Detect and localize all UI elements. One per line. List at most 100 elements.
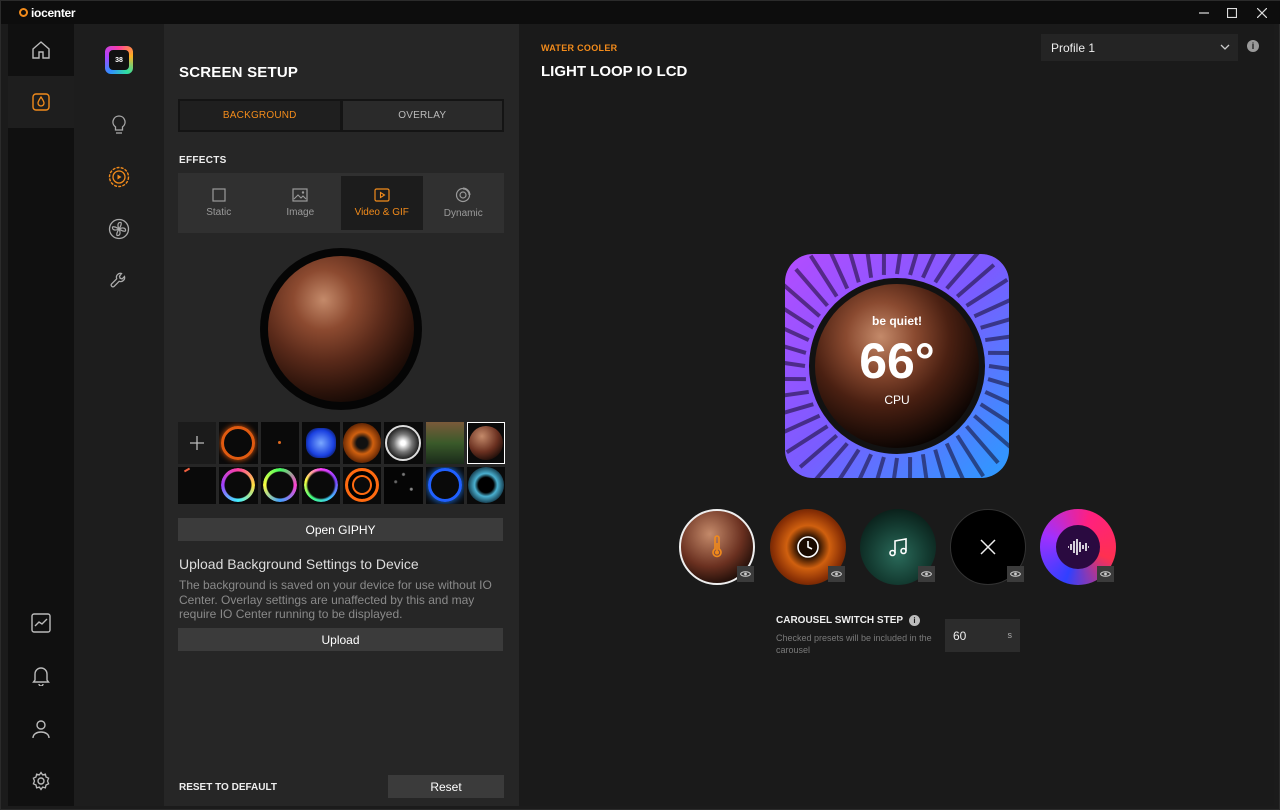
preset-visibility-toggle[interactable] xyxy=(737,566,754,582)
preset-visibility-toggle[interactable] xyxy=(1007,566,1024,582)
background-thumbnail-grid xyxy=(178,422,505,504)
thumbnail[interactable] xyxy=(343,466,382,504)
thumbnail[interactable] xyxy=(260,466,299,504)
subnav-fan[interactable] xyxy=(74,203,164,255)
music-note-icon xyxy=(889,538,907,557)
effect-image-label: Image xyxy=(286,207,315,218)
maximize-button[interactable] xyxy=(1215,1,1249,24)
carousel-switch-step-label: CAROUSEL SWITCH STEP i xyxy=(776,615,921,626)
lcd-brand: be quiet! xyxy=(872,314,922,328)
device-title: LIGHT LOOP IO LCD xyxy=(541,63,688,80)
tab-overlay[interactable]: OVERLAY xyxy=(342,101,502,130)
eye-icon xyxy=(1010,571,1021,577)
close-window-button[interactable] xyxy=(1245,1,1279,24)
app-window: iocenter 38 SCREEN SETUP BACKGROUND OVER… xyxy=(0,0,1280,810)
settings-gear-icon xyxy=(32,771,50,791)
thermometer-icon xyxy=(712,535,722,558)
minimize-icon xyxy=(1199,11,1209,14)
eye-icon xyxy=(831,571,842,577)
bulb-icon xyxy=(112,115,126,134)
effects-label: EFFECTS xyxy=(179,155,227,166)
device-category: WATER COOLER xyxy=(541,43,618,53)
lcd-sensor-label: CPU xyxy=(884,393,910,407)
effect-dynamic[interactable]: Dynamic xyxy=(423,173,505,233)
image-icon xyxy=(292,188,308,202)
thumbnail[interactable] xyxy=(343,422,382,464)
effect-image[interactable]: Image xyxy=(260,173,342,233)
carousel-description: Checked presets will be included in the … xyxy=(776,633,932,655)
reset-label: RESET TO DEFAULT xyxy=(179,782,277,793)
tab-background[interactable]: BACKGROUND xyxy=(180,101,340,130)
subnav-screen[interactable] xyxy=(74,151,164,203)
effect-video-gif-label: Video & GIF xyxy=(354,207,409,218)
effect-static[interactable]: Static xyxy=(178,173,260,233)
thumbnail[interactable] xyxy=(301,466,340,504)
main-nav-rail xyxy=(8,24,74,806)
eye-icon xyxy=(1100,571,1111,577)
chart-icon xyxy=(31,613,51,633)
thumbnail[interactable] xyxy=(466,466,505,504)
user-icon xyxy=(32,720,50,739)
video-icon xyxy=(374,188,390,202)
preset-carousel xyxy=(679,509,1119,587)
lcd-device-preview: be quiet! 66° CPU xyxy=(783,252,1011,480)
thumbnail[interactable] xyxy=(425,466,464,504)
open-giphy-button[interactable]: Open GIPHY xyxy=(178,518,503,541)
preset-visibility-toggle[interactable] xyxy=(828,566,845,582)
add-background-button[interactable] xyxy=(178,422,217,464)
home-icon xyxy=(32,41,50,59)
info-icon[interactable]: i xyxy=(1247,40,1259,52)
thumbnail[interactable] xyxy=(219,466,258,504)
effects-selector: Static Image Video & GIF Dynamic xyxy=(178,173,504,233)
square-icon xyxy=(212,188,226,202)
preview-image xyxy=(268,256,414,402)
info-icon[interactable]: i xyxy=(909,615,921,626)
panel-title: SCREEN SETUP xyxy=(179,64,299,81)
thumbnail[interactable] xyxy=(384,422,423,464)
upload-description: The background is saved on your device f… xyxy=(179,578,492,621)
chevron-down-icon xyxy=(1220,44,1230,50)
reset-button[interactable]: Reset xyxy=(388,775,504,798)
nav-monitoring[interactable] xyxy=(8,597,74,649)
background-preview xyxy=(260,248,422,410)
effect-video-gif[interactable]: Video & GIF xyxy=(341,176,423,230)
thumbnail[interactable] xyxy=(178,466,217,504)
device-badge[interactable]: 38 xyxy=(74,34,164,86)
device-subnav: 38 xyxy=(74,24,164,806)
nav-home[interactable] xyxy=(8,24,74,76)
maximize-icon xyxy=(1227,7,1237,18)
title-bar: iocenter xyxy=(1,1,1280,24)
water-drop-icon xyxy=(32,93,50,111)
thumbnail[interactable] xyxy=(260,422,299,464)
thumbnail[interactable] xyxy=(301,422,340,464)
lcd-temperature: 66° xyxy=(859,333,935,389)
thumbnail[interactable] xyxy=(384,466,423,504)
nav-water-cooler[interactable] xyxy=(8,76,74,128)
play-circle-icon xyxy=(108,166,130,188)
eye-icon xyxy=(740,571,751,577)
close-icon xyxy=(1257,7,1267,18)
nav-notifications[interactable] xyxy=(8,650,74,702)
preset-visibility-toggle[interactable] xyxy=(1097,566,1114,582)
thumbnail[interactable] xyxy=(425,422,464,464)
thumbnail[interactable] xyxy=(219,422,258,464)
profile-select[interactable]: Profile 1 xyxy=(1041,34,1238,61)
fan-icon xyxy=(108,218,130,240)
carousel-step-input[interactable]: 60 s xyxy=(945,619,1020,652)
preset-visibility-toggle[interactable] xyxy=(918,566,935,582)
app-logo: iocenter xyxy=(1,6,76,20)
upload-button[interactable]: Upload xyxy=(178,628,503,651)
profile-select-value: Profile 1 xyxy=(1051,40,1096,55)
nav-settings[interactable] xyxy=(8,755,74,807)
subnav-lighting[interactable] xyxy=(74,99,164,151)
plus-icon xyxy=(190,435,205,450)
upload-title: Upload Background Settings to Device xyxy=(179,556,419,572)
subnav-tools[interactable] xyxy=(74,255,164,307)
nav-account[interactable] xyxy=(8,703,74,755)
device-badge-label: 38 xyxy=(109,50,129,70)
thumbnail-selected[interactable] xyxy=(466,422,505,464)
eye-icon xyxy=(921,571,932,577)
screen-setup-panel: SCREEN SETUP BACKGROUND OVERLAY EFFECTS … xyxy=(164,24,519,806)
close-icon xyxy=(980,539,996,555)
device-thumbnail: 38 xyxy=(105,46,133,74)
